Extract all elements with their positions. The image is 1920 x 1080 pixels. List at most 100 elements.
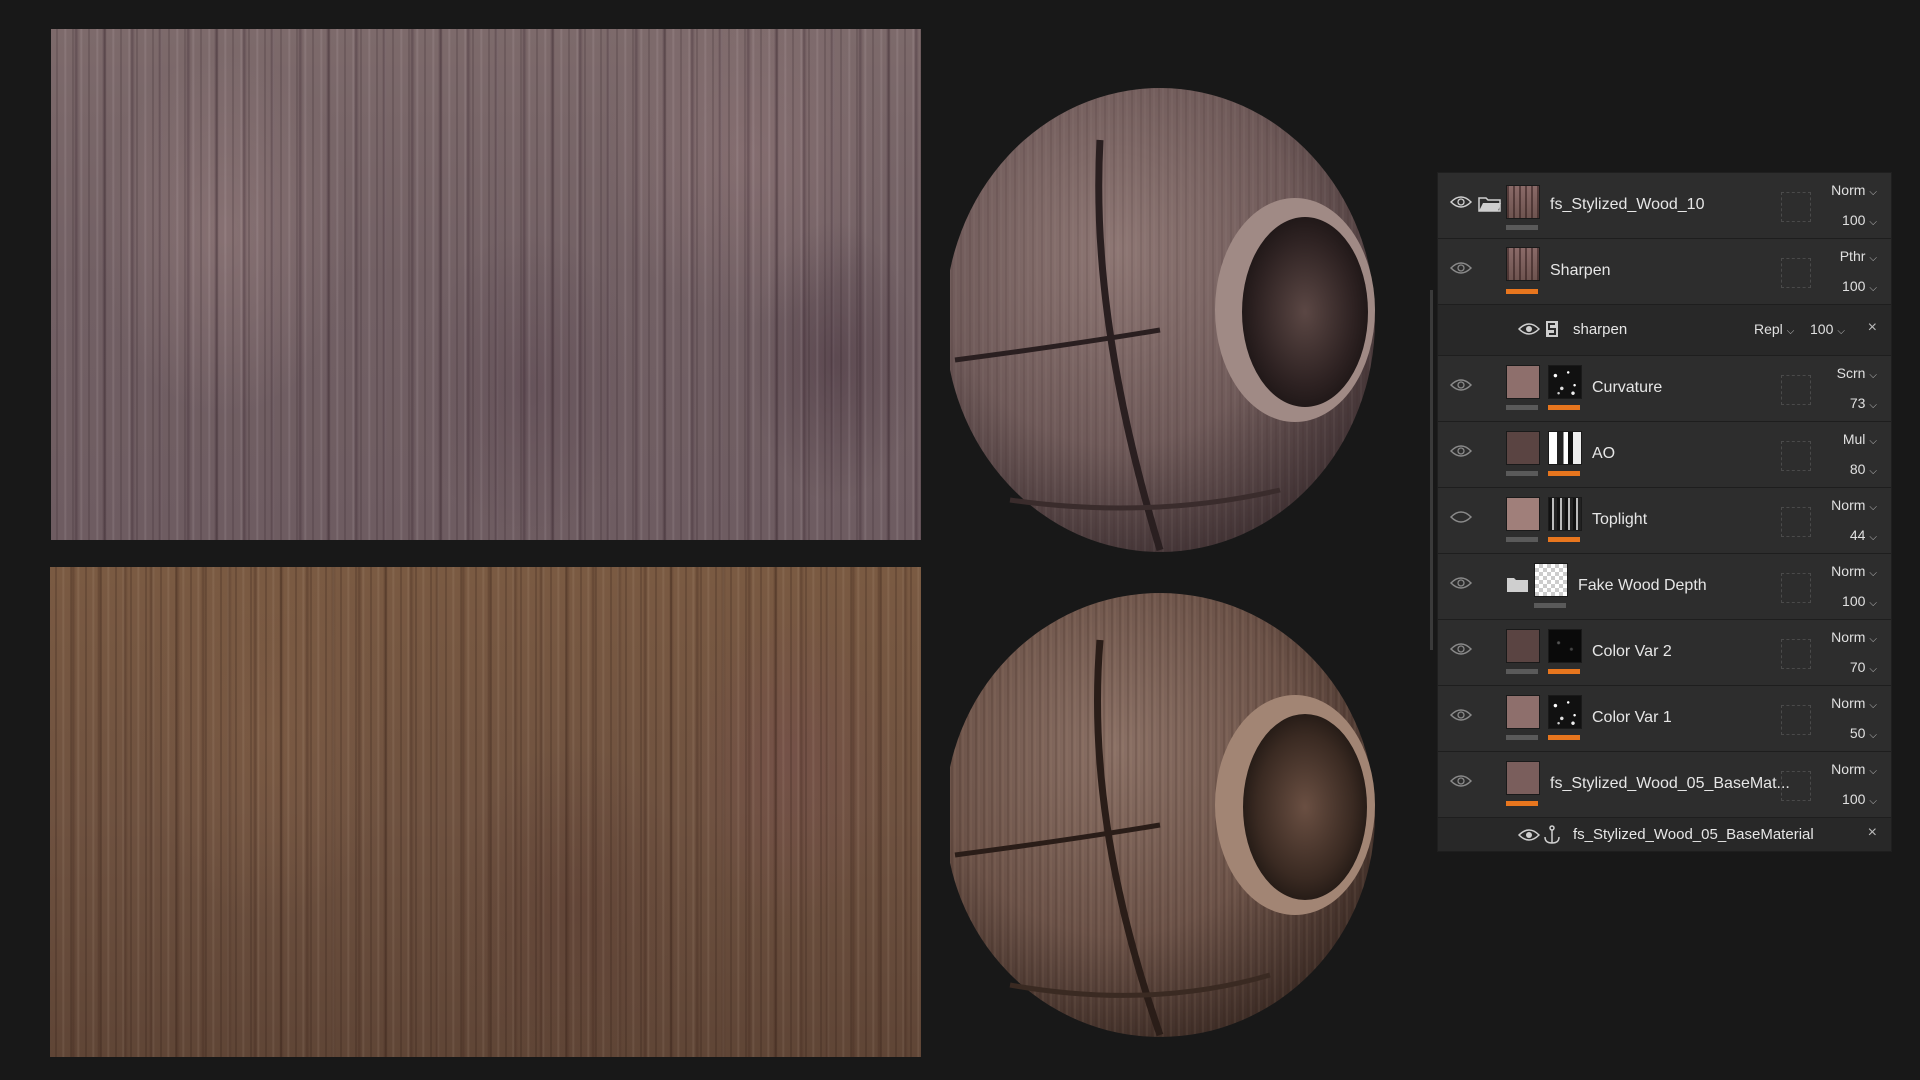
texture-preview-pink-wood (51, 29, 921, 540)
layer-bar (1534, 603, 1566, 608)
opacity-select[interactable]: 80 ⌵ (1850, 461, 1877, 477)
layer-mask-slot[interactable] (1781, 639, 1811, 669)
preview-sphere-pink (945, 80, 1400, 560)
effect-row-base-material[interactable]: fs_Stylized_Wood_05_BaseMaterial × (1438, 818, 1891, 852)
eye-icon[interactable] (1450, 261, 1472, 275)
layer-row-fs-stylized-wood-10[interactable]: fs_Stylized_Wood_10 Norm ⌵ 100 ⌵ (1438, 173, 1891, 239)
opacity-select[interactable]: 100 ⌵ (1842, 278, 1877, 294)
layer-bar (1506, 225, 1538, 230)
layer-row-ao[interactable]: AO Mul ⌵ 80 ⌵ (1438, 422, 1891, 488)
mask-thumbnail[interactable] (1548, 365, 1582, 399)
layer-mask-slot[interactable] (1781, 192, 1811, 222)
layer-bar (1506, 735, 1538, 740)
anchor-icon (1543, 825, 1561, 844)
eye-icon[interactable] (1450, 708, 1472, 722)
layer-name: fs_Stylized_Wood_10 (1550, 196, 1705, 213)
chevron-down-icon: ⌵ (1869, 466, 1877, 477)
opacity-select[interactable]: 100 ⌵ (1842, 593, 1877, 609)
blend-mode-select[interactable]: Repl ⌵ (1754, 321, 1794, 337)
layer-mask-slot[interactable] (1781, 441, 1811, 471)
mask-bar (1548, 405, 1580, 410)
mask-bar (1548, 471, 1580, 476)
blend-mode-select[interactable]: Norm ⌵ (1831, 497, 1877, 513)
mask-thumbnail[interactable] (1548, 695, 1582, 729)
layer-mask-slot[interactable] (1781, 507, 1811, 537)
chevron-down-icon: ⌵ (1869, 730, 1877, 741)
blend-mode-select[interactable]: Norm ⌵ (1831, 563, 1877, 579)
layer-bar (1506, 537, 1538, 542)
layer-mask-slot[interactable] (1781, 705, 1811, 735)
mask-thumbnail[interactable] (1548, 629, 1582, 663)
mask-bar (1548, 669, 1580, 674)
layer-row-curvature[interactable]: Curvature Scrn ⌵ 73 ⌵ (1438, 356, 1891, 422)
layer-name: Sharpen (1550, 262, 1611, 279)
eye-icon[interactable] (1450, 576, 1472, 590)
layer-mask-slot[interactable] (1781, 258, 1811, 288)
eye-icon[interactable] (1517, 828, 1541, 847)
opacity-select[interactable]: 70 ⌵ (1850, 659, 1877, 675)
mask-bar (1548, 735, 1580, 740)
blend-mode-select[interactable]: Pthr ⌵ (1840, 248, 1877, 264)
layer-name: Toplight (1592, 511, 1648, 528)
layer-name: Curvature (1592, 379, 1663, 396)
layer-name: fs_Stylized_Wood_05_BaseMat... (1550, 775, 1790, 792)
blend-mode-select[interactable]: Norm ⌵ (1831, 182, 1877, 198)
fill-thumbnail (1506, 365, 1540, 399)
mask-thumbnail[interactable] (1548, 431, 1582, 465)
opacity-select[interactable]: 44 ⌵ (1850, 527, 1877, 543)
eye-icon[interactable] (1517, 322, 1541, 341)
layer-row-base-material[interactable]: fs_Stylized_Wood_05_BaseMat... Norm ⌵ 100… (1438, 752, 1891, 818)
layer-mask-slot[interactable] (1781, 771, 1811, 801)
layer-row-color-var-1[interactable]: Color Var 1 Norm ⌵ 50 ⌵ (1438, 686, 1891, 752)
layer-row-color-var-2[interactable]: Color Var 2 Norm ⌵ 70 ⌵ (1438, 620, 1891, 686)
panel-scrollbar[interactable] (1430, 290, 1433, 650)
layer-thumbnail (1506, 185, 1540, 219)
blend-mode-select[interactable]: Scrn ⌵ (1837, 365, 1877, 381)
eye-icon[interactable] (1450, 642, 1472, 656)
layer-mask-slot[interactable] (1781, 375, 1811, 405)
blend-mode-select[interactable]: Mul ⌵ (1843, 431, 1877, 447)
layer-row-sharpen[interactable]: Sharpen Pthr ⌵ 100 ⌵ (1438, 239, 1891, 305)
layer-thumbnail (1506, 247, 1540, 281)
layer-name: AO (1592, 445, 1616, 462)
blend-mode-select[interactable]: Norm ⌵ (1831, 695, 1877, 711)
eye-icon[interactable] (1450, 510, 1472, 524)
layer-bar (1506, 801, 1538, 806)
chevron-down-icon: ⌵ (1869, 217, 1877, 228)
eye-icon[interactable] (1450, 195, 1472, 209)
close-icon[interactable]: × (1868, 319, 1877, 337)
mask-thumbnail[interactable] (1548, 497, 1582, 531)
effect-row-sharpen[interactable]: sharpen Repl ⌵ 100 ⌵ × (1438, 305, 1891, 356)
layer-name: Color Var 2 (1592, 643, 1672, 660)
layer-bar (1506, 289, 1538, 294)
folder-icon[interactable] (1506, 576, 1530, 599)
chevron-down-icon: ⌵ (1869, 370, 1877, 381)
mask-bar (1548, 537, 1580, 542)
chevron-down-icon: ⌵ (1869, 766, 1877, 777)
preview-sphere-brown (945, 590, 1400, 1050)
layer-row-toplight[interactable]: Toplight Norm ⌵ 44 ⌵ (1438, 488, 1891, 554)
eye-icon[interactable] (1450, 444, 1472, 458)
opacity-select[interactable]: 100 ⌵ (1810, 321, 1845, 337)
eye-icon[interactable] (1450, 378, 1472, 392)
eye-icon[interactable] (1450, 774, 1472, 788)
opacity-select[interactable]: 50 ⌵ (1850, 725, 1877, 741)
sharpen-icon (1543, 320, 1561, 338)
opacity-select[interactable]: 100 ⌵ (1842, 791, 1877, 807)
chevron-down-icon: ⌵ (1869, 664, 1877, 675)
blend-mode-select[interactable]: Norm ⌵ (1831, 629, 1877, 645)
fill-thumbnail (1506, 761, 1540, 795)
chevron-down-icon: ⌵ (1869, 400, 1877, 411)
fill-thumbnail (1506, 695, 1540, 729)
opacity-select[interactable]: 73 ⌵ (1850, 395, 1877, 411)
chevron-down-icon: ⌵ (1869, 283, 1877, 294)
layer-mask-slot[interactable] (1781, 573, 1811, 603)
chevron-down-icon: ⌵ (1869, 700, 1877, 711)
blend-mode-select[interactable]: Norm ⌵ (1831, 761, 1877, 777)
chevron-down-icon: ⌵ (1869, 436, 1877, 447)
layer-row-fake-wood-depth[interactable]: Fake Wood Depth Norm ⌵ 100 ⌵ (1438, 554, 1891, 620)
opacity-select[interactable]: 100 ⌵ (1842, 212, 1877, 228)
folder-open-icon[interactable] (1478, 195, 1502, 218)
chevron-down-icon: ⌵ (1837, 326, 1845, 337)
close-icon[interactable]: × (1868, 824, 1877, 842)
